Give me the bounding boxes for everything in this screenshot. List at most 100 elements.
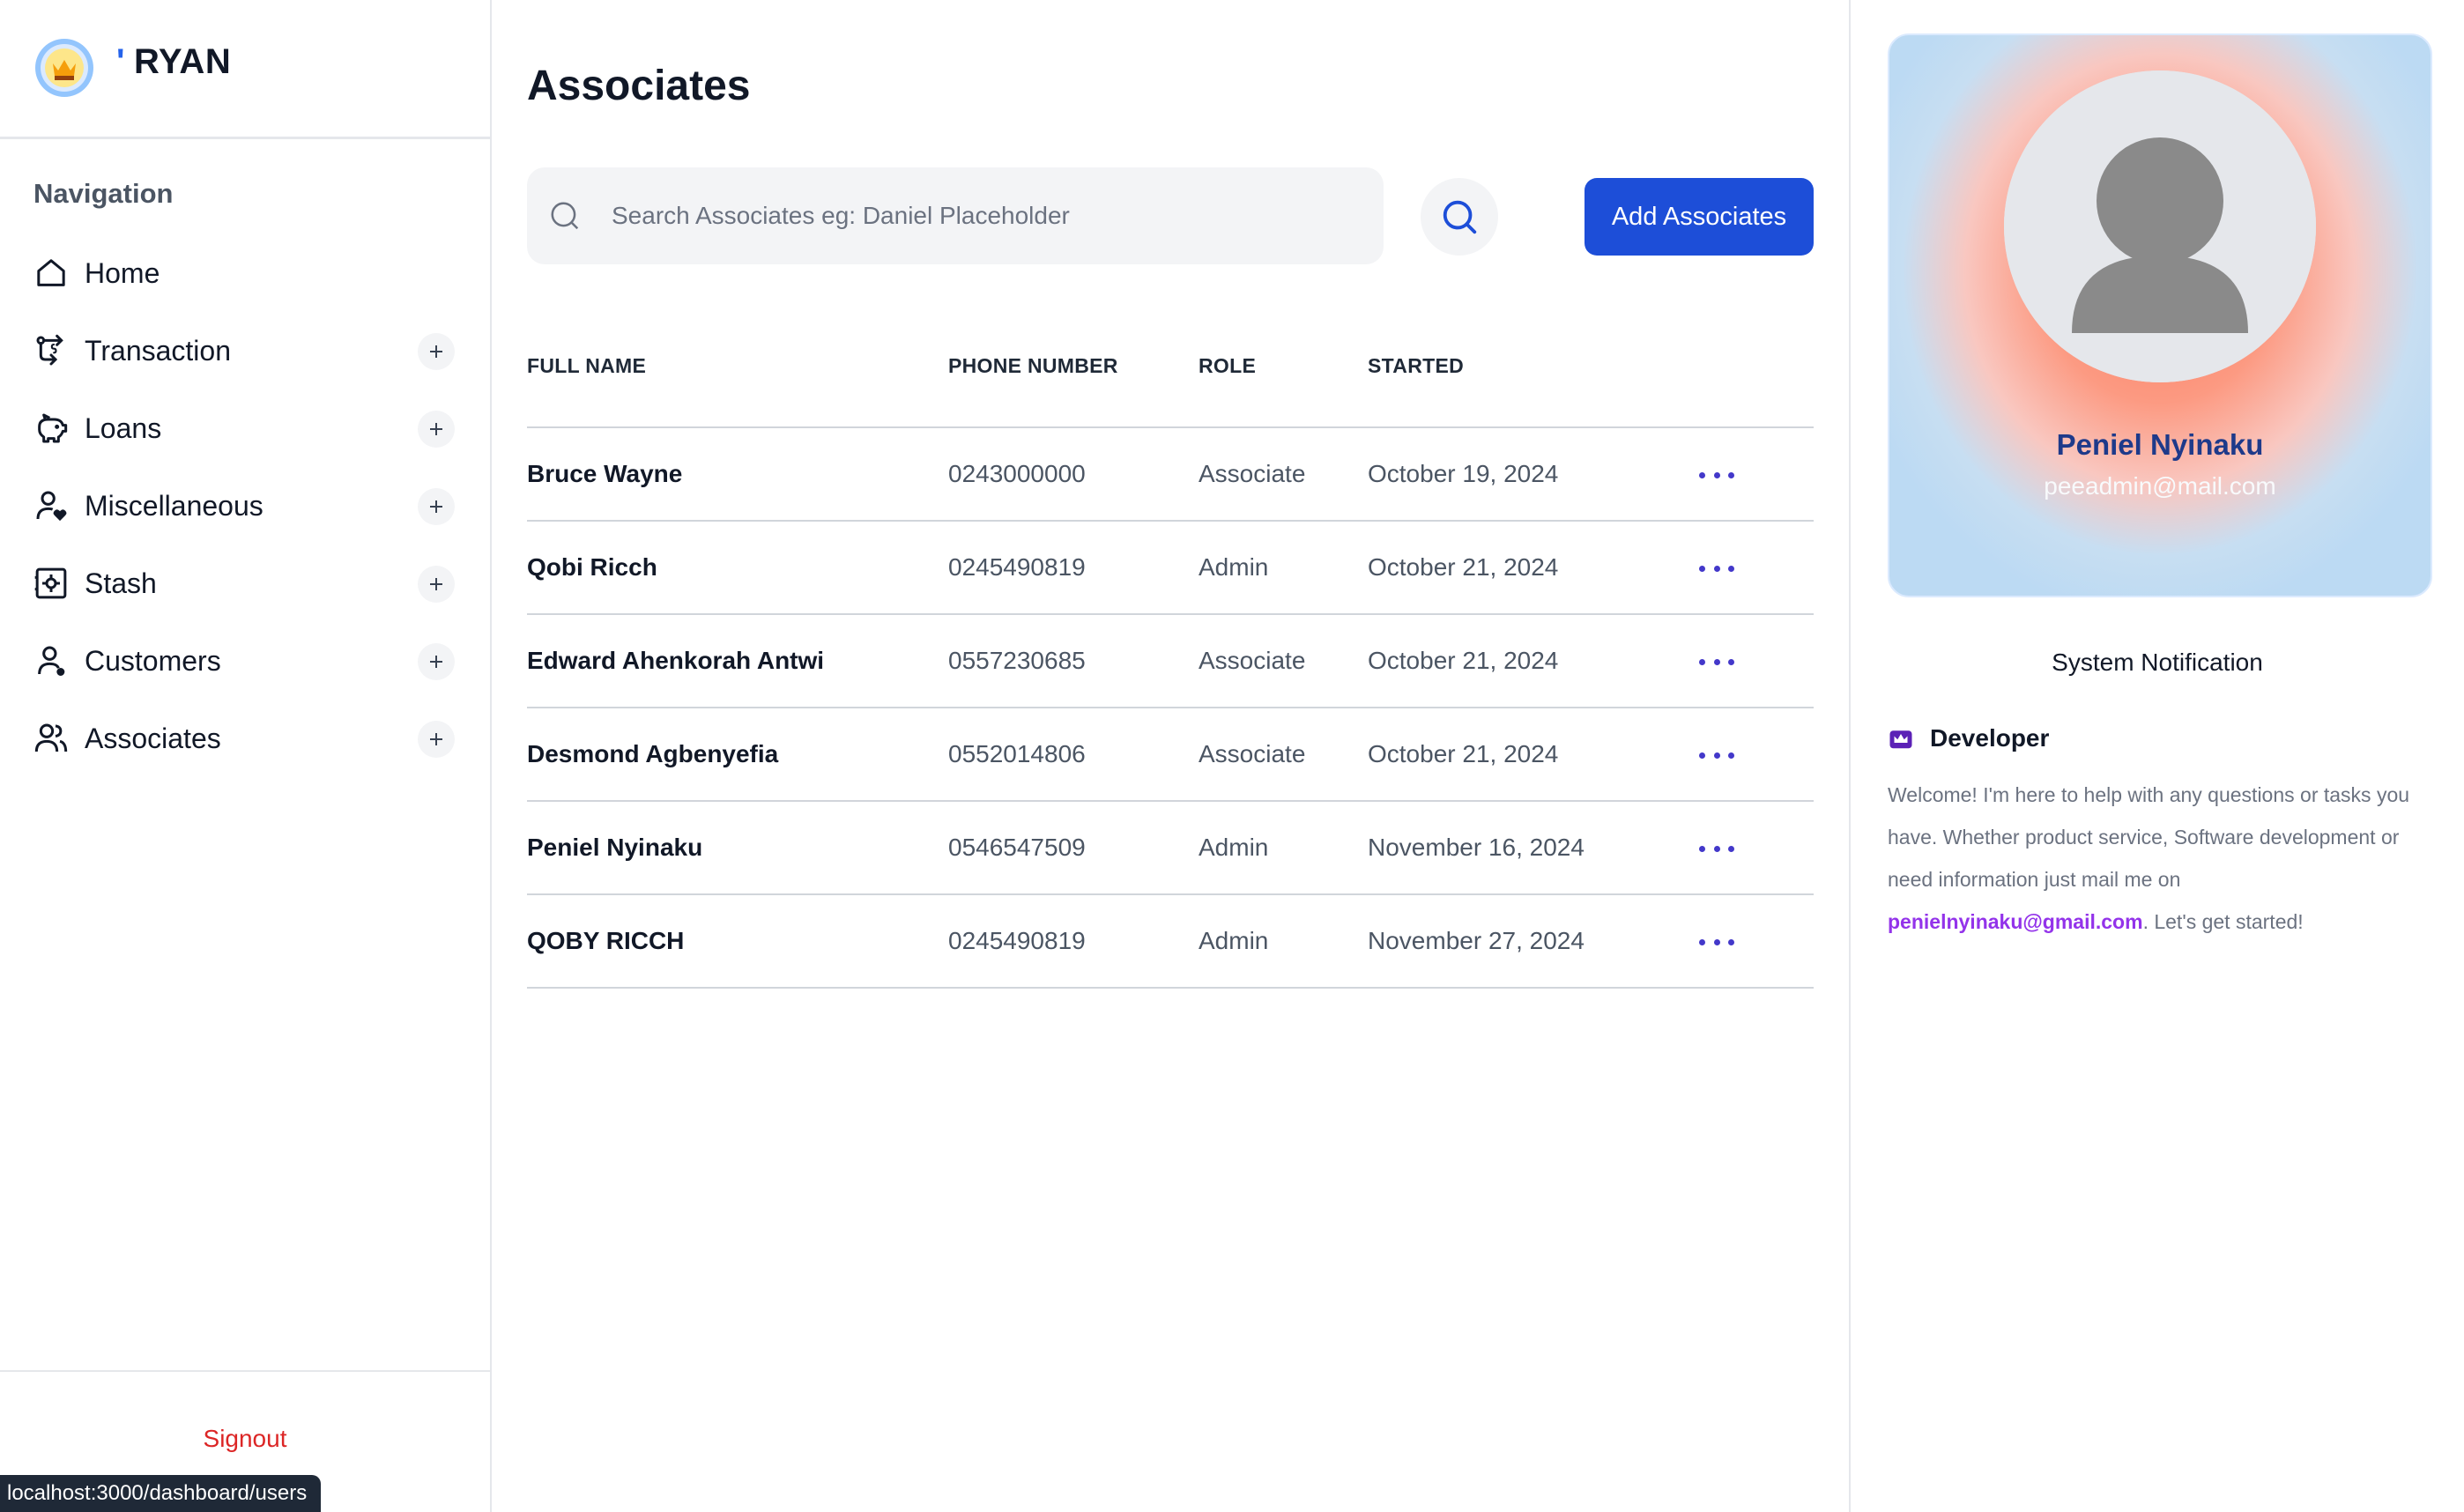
sidebar-item-transaction[interactable]: Transaction	[0, 312, 490, 389]
row-actions-more-icon[interactable]	[1699, 835, 1734, 862]
cell-phone: 0552014806	[948, 740, 1086, 767]
main-content: Associates Add Associates FULL NAME PHON…	[492, 0, 1849, 1512]
expand-plus-icon[interactable]	[418, 721, 455, 758]
brand-prefix: '	[116, 42, 126, 81]
column-header-full-name[interactable]: FULL NAME	[527, 354, 646, 378]
nav-list: Home Transaction Loans Miscellaneous Sta…	[0, 234, 490, 777]
table-row: Peniel Nyinaku 0546547509 Admin November…	[527, 802, 1814, 895]
crown-icon	[1889, 730, 1912, 749]
developer-email-link[interactable]: penielnyinaku@gmail.com	[1888, 910, 2143, 933]
cell-started: October 21, 2024	[1368, 553, 1559, 581]
sidebar-item-label: Transaction	[85, 334, 231, 367]
home-icon	[33, 256, 69, 291]
cell-full-name: Peniel Nyinaku	[527, 834, 703, 861]
search-input[interactable]	[612, 167, 1361, 264]
row-actions-more-icon[interactable]	[1699, 462, 1734, 488]
associates-table: FULL NAME PHONE NUMBER ROLE STARTED Bruc…	[527, 326, 1814, 989]
cell-started: November 16, 2024	[1368, 834, 1585, 861]
sidebar-item-label: Loans	[85, 411, 162, 444]
search-icon	[551, 202, 579, 230]
cell-role: Associate	[1199, 740, 1306, 767]
cell-started: October 21, 2024	[1368, 740, 1559, 767]
column-header-started[interactable]: STARTED	[1368, 354, 1464, 378]
piggy-bank-icon	[33, 411, 69, 446]
sidebar-item-label: Miscellaneous	[85, 489, 263, 522]
column-header-phone-number[interactable]: PHONE NUMBER	[948, 354, 1118, 378]
user-placeholder-icon	[2004, 70, 2316, 382]
brand-header: ' RYAN	[0, 0, 490, 139]
developer-title: Developer	[1930, 724, 2050, 752]
cell-phone: 0245490819	[948, 553, 1086, 581]
search-button[interactable]	[1421, 178, 1498, 256]
add-associates-button[interactable]: Add Associates	[1585, 178, 1814, 256]
expand-plus-icon[interactable]	[418, 333, 455, 370]
right-panel: Peniel Nyinaku peeadmin@mail.com System …	[1851, 0, 2464, 1512]
sidebar-item-label: Stash	[85, 567, 157, 599]
cell-role: Admin	[1199, 834, 1269, 861]
profile-card: Peniel Nyinaku peeadmin@mail.com	[1888, 33, 2432, 597]
logo-icon	[35, 39, 93, 97]
developer-message-tail: . Let's get started!	[2142, 910, 2304, 933]
cell-role: Associate	[1199, 647, 1306, 674]
avatar[interactable]	[2004, 70, 2316, 382]
sidebar: 'RYAN Navigation Home Transaction Loans	[0, 0, 492, 1512]
sidebar-item-stash[interactable]: Stash	[0, 545, 490, 622]
row-actions-more-icon[interactable]	[1699, 649, 1734, 675]
sidebar-item-customers[interactable]: Customers	[0, 622, 490, 700]
nav-heading: Navigation	[33, 178, 174, 209]
transaction-icon	[33, 333, 69, 368]
brand-name: ' RYAN	[116, 42, 231, 82]
cell-role: Associate	[1199, 460, 1306, 487]
user-heart-icon	[33, 488, 69, 523]
column-header-role[interactable]: ROLE	[1199, 354, 1256, 378]
system-notification-title: System Notification	[2052, 649, 2263, 676]
cell-started: November 27, 2024	[1368, 927, 1585, 954]
sidebar-item-label: Home	[85, 256, 160, 289]
cell-started: October 19, 2024	[1368, 460, 1559, 487]
developer-header: Developer	[1888, 724, 2049, 752]
table-header: FULL NAME PHONE NUMBER ROLE STARTED	[527, 326, 1814, 428]
cell-phone: 0546547509	[948, 834, 1086, 861]
table-row: Bruce Wayne 0243000000 Associate October…	[527, 428, 1814, 522]
cell-role: Admin	[1199, 927, 1269, 954]
sidebar-item-loans[interactable]: Loans	[0, 389, 490, 467]
user-icon	[33, 643, 69, 678]
expand-plus-icon[interactable]	[418, 411, 455, 448]
cell-full-name: Bruce Wayne	[527, 460, 683, 487]
cell-full-name: QOBY RICCH	[527, 927, 685, 954]
sidebar-item-associates[interactable]: Associates	[0, 700, 490, 777]
cell-role: Admin	[1199, 553, 1269, 581]
developer-message-text: Welcome! I'm here to help with any quest…	[1888, 783, 2410, 891]
expand-plus-icon[interactable]	[418, 566, 455, 603]
signout-link[interactable]: Signout	[0, 1425, 490, 1453]
status-bar-url: localhost:3000/dashboard/users	[0, 1475, 322, 1512]
table-row: Desmond Agbenyefia 0552014806 Associate …	[527, 708, 1814, 802]
sidebar-item-label: Customers	[85, 644, 221, 677]
safe-icon	[33, 566, 69, 601]
cell-phone: 0245490819	[948, 927, 1086, 954]
sidebar-item-label: Associates	[85, 722, 221, 754]
search-icon	[1443, 200, 1477, 234]
sidebar-item-miscellaneous[interactable]: Miscellaneous	[0, 467, 490, 545]
row-actions-more-icon[interactable]	[1699, 742, 1734, 768]
users-icon	[33, 721, 69, 756]
developer-message: Welcome! I'm here to help with any quest…	[1888, 774, 2434, 943]
profile-name: Peniel Nyinaku	[2056, 428, 2264, 461]
profile-email: peeadmin@mail.com	[2044, 472, 2276, 500]
sidebar-item-home[interactable]: Home	[0, 234, 490, 312]
brand-label: RYAN	[134, 42, 232, 81]
cell-phone: 0557230685	[948, 647, 1086, 674]
expand-plus-icon[interactable]	[418, 643, 455, 680]
cell-full-name: Edward Ahenkorah Antwi	[527, 647, 825, 674]
page-title: Associates	[527, 63, 751, 109]
row-actions-more-icon[interactable]	[1699, 555, 1734, 582]
cell-full-name: Qobi Ricch	[527, 553, 657, 581]
cell-full-name: Desmond Agbenyefia	[527, 740, 779, 767]
row-actions-more-icon[interactable]	[1699, 929, 1734, 955]
search-box	[527, 167, 1384, 264]
cell-phone: 0243000000	[948, 460, 1086, 487]
table-row: QOBY RICCH 0245490819 Admin November 27,…	[527, 895, 1814, 989]
expand-plus-icon[interactable]	[418, 488, 455, 525]
cell-started: October 21, 2024	[1368, 647, 1559, 674]
table-row: Qobi Ricch 0245490819 Admin October 21, …	[527, 522, 1814, 615]
